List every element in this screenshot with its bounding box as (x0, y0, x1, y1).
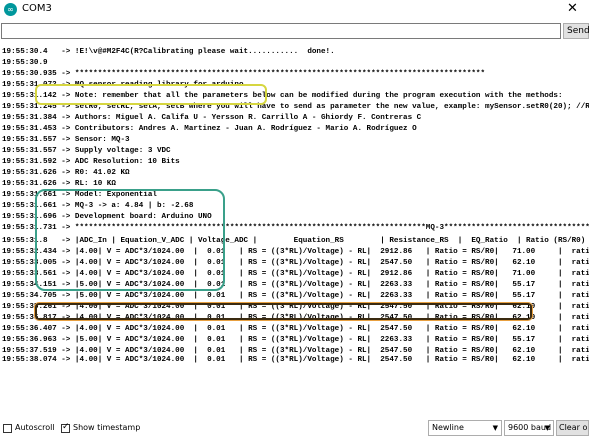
console-line: 19:55:31.384 -> Authors: Miguel A. Calif… (2, 114, 422, 122)
console-line: 19:55:37.519 -> |4.00| V = ADC*3/1024.00… (2, 347, 589, 355)
chevron-down-icon: ▼ (492, 424, 498, 432)
console-line: 19:55:38.074 -> |4.00| V = ADC*3/1024.00… (2, 356, 589, 364)
status-bar: Autoscroll Show timestamp Newline ▼ 9600… (0, 418, 589, 442)
window-title: COM3 (22, 3, 52, 14)
baud-rate-select[interactable]: 9600 baud ▼ (504, 420, 554, 436)
show-timestamp-checkbox[interactable] (61, 422, 70, 433)
chevron-down-icon: ▼ (544, 424, 550, 432)
serial-output[interactable]: 19:55:38.074 -> |4.00| V = ADC*3/1024.00… (0, 43, 589, 416)
serial-input[interactable] (1, 23, 561, 39)
close-icon[interactable]: ✕ (567, 1, 578, 16)
console-line: 19:55:36.407 -> |4.00| V = ADC*3/1024.00… (2, 325, 589, 333)
console-line: 19:55:30.9 (2, 59, 48, 67)
arduino-icon: ∞ (4, 3, 17, 16)
send-bar: Send (0, 22, 589, 42)
title-bar: ∞ COM3 ✕ (0, 0, 589, 20)
line-ending-value: Newline (432, 423, 464, 432)
console-line: 19:55:31.453 -> Contributors: Andres A. … (2, 125, 417, 133)
console-line: 19:55:36.963 -> |5.00| V = ADC*3/1024.00… (2, 336, 589, 344)
calibration-highlight (35, 84, 267, 105)
clear-output-button[interactable]: Clear output (556, 420, 589, 436)
show-timestamp-label: Show timestamp (73, 423, 141, 432)
console-line: 19:55:34.705 -> |5.00| V = ADC*3/1024.00… (2, 292, 589, 300)
console-line: 19:55:30.4 -> !E!\v@#M2F4C(R?Calibrating… (2, 48, 335, 56)
console-line: 19:55:31.626 -> R0: 41.02 KΩ (2, 169, 130, 177)
table-header-highlight (34, 302, 533, 321)
console-line: 19:55:30.935 -> ************************… (2, 70, 486, 78)
console-line: 19:55:31.592 -> ADC Resolution: 10 Bits (2, 158, 180, 166)
console-line: 19:55:31.557 -> Supply voltage: 3 VDC (2, 147, 171, 155)
send-button[interactable]: Send (563, 23, 589, 39)
sensor-info-highlight (35, 189, 225, 291)
console-line: 19:55:31.557 -> Sensor: MQ-3 (2, 136, 130, 144)
line-ending-select[interactable]: Newline ▼ (428, 420, 502, 436)
autoscroll-label: Autoscroll (15, 423, 55, 432)
autoscroll-checkbox[interactable] (3, 424, 12, 433)
console-line: 19:55:31.626 -> RL: 10 KΩ (2, 180, 116, 188)
